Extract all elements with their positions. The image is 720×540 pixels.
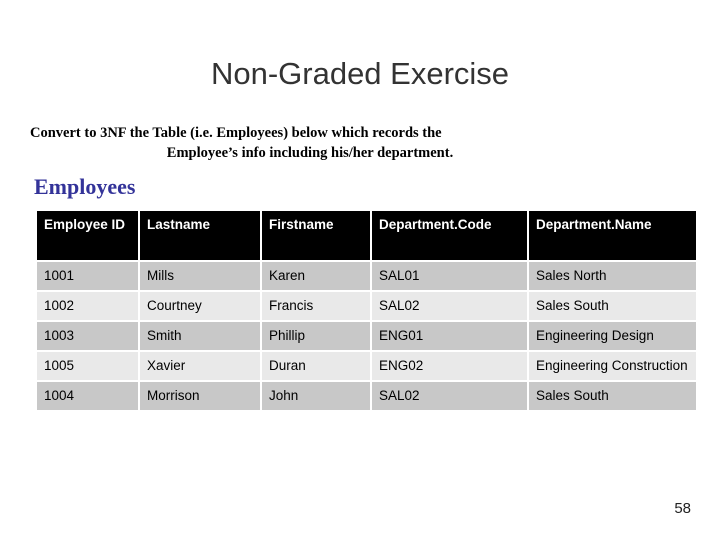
column-header-department-code: Department.Code [372,211,527,260]
column-header-department-name: Department.Name [529,211,696,260]
employees-table-container: Employee ID Lastname Firstname Departmen… [35,209,698,412]
cell-lastname: Xavier [140,352,260,380]
cell-employee-id: 1004 [37,382,138,410]
cell-employee-id: 1001 [37,262,138,290]
cell-employee-id: 1002 [37,292,138,320]
page-title: Non-Graded Exercise [210,56,510,91]
table-row: 1001 Mills Karen SAL01 Sales North [37,262,696,290]
slide-canvas: Non-Graded Exercise Convert to 3NF the T… [0,0,720,540]
cell-department-code: SAL02 [372,382,527,410]
instructions-line-2: Employee’s info including his/her depart… [166,145,454,161]
column-header-lastname: Lastname [140,211,260,260]
slide-page-number: 58 [674,500,691,517]
cell-firstname: Francis [262,292,370,320]
column-header-firstname: Firstname [262,211,370,260]
table-row: 1005 Xavier Duran ENG02 Engineering Cons… [37,352,696,380]
table-header: Employee ID Lastname Firstname Departmen… [37,211,696,260]
cell-department-code: ENG02 [372,352,527,380]
table-row: 1002 Courtney Francis SAL02 Sales South [37,292,696,320]
cell-firstname: Phillip [262,322,370,350]
cell-department-name: Sales North [529,262,696,290]
cell-employee-id: 1003 [37,322,138,350]
table-header-row: Employee ID Lastname Firstname Departmen… [37,211,696,260]
cell-lastname: Mills [140,262,260,290]
cell-department-name: Engineering Construction [529,352,696,380]
cell-department-code: ENG01 [372,322,527,350]
employees-table: Employee ID Lastname Firstname Departmen… [35,209,698,412]
cell-firstname: John [262,382,370,410]
exercise-instructions: Convert to 3NF the Table (i.e. Employees… [30,123,590,163]
cell-firstname: Duran [262,352,370,380]
cell-lastname: Morrison [140,382,260,410]
cell-department-name: Engineering Design [529,322,696,350]
table-body: 1001 Mills Karen SAL01 Sales North 1002 … [37,262,696,410]
cell-department-code: SAL01 [372,262,527,290]
instructions-line-1: Convert to 3NF the Table (i.e. Employees… [30,125,442,141]
table-row: 1004 Morrison John SAL02 Sales South [37,382,696,410]
cell-firstname: Karen [262,262,370,290]
cell-lastname: Smith [140,322,260,350]
cell-lastname: Courtney [140,292,260,320]
table-row: 1003 Smith Phillip ENG01 Engineering Des… [37,322,696,350]
cell-employee-id: 1005 [37,352,138,380]
section-heading-employees: Employees [34,174,136,199]
cell-department-name: Sales South [529,292,696,320]
cell-department-name: Sales South [529,382,696,410]
column-header-employee-id: Employee ID [37,211,138,260]
cell-department-code: SAL02 [372,292,527,320]
